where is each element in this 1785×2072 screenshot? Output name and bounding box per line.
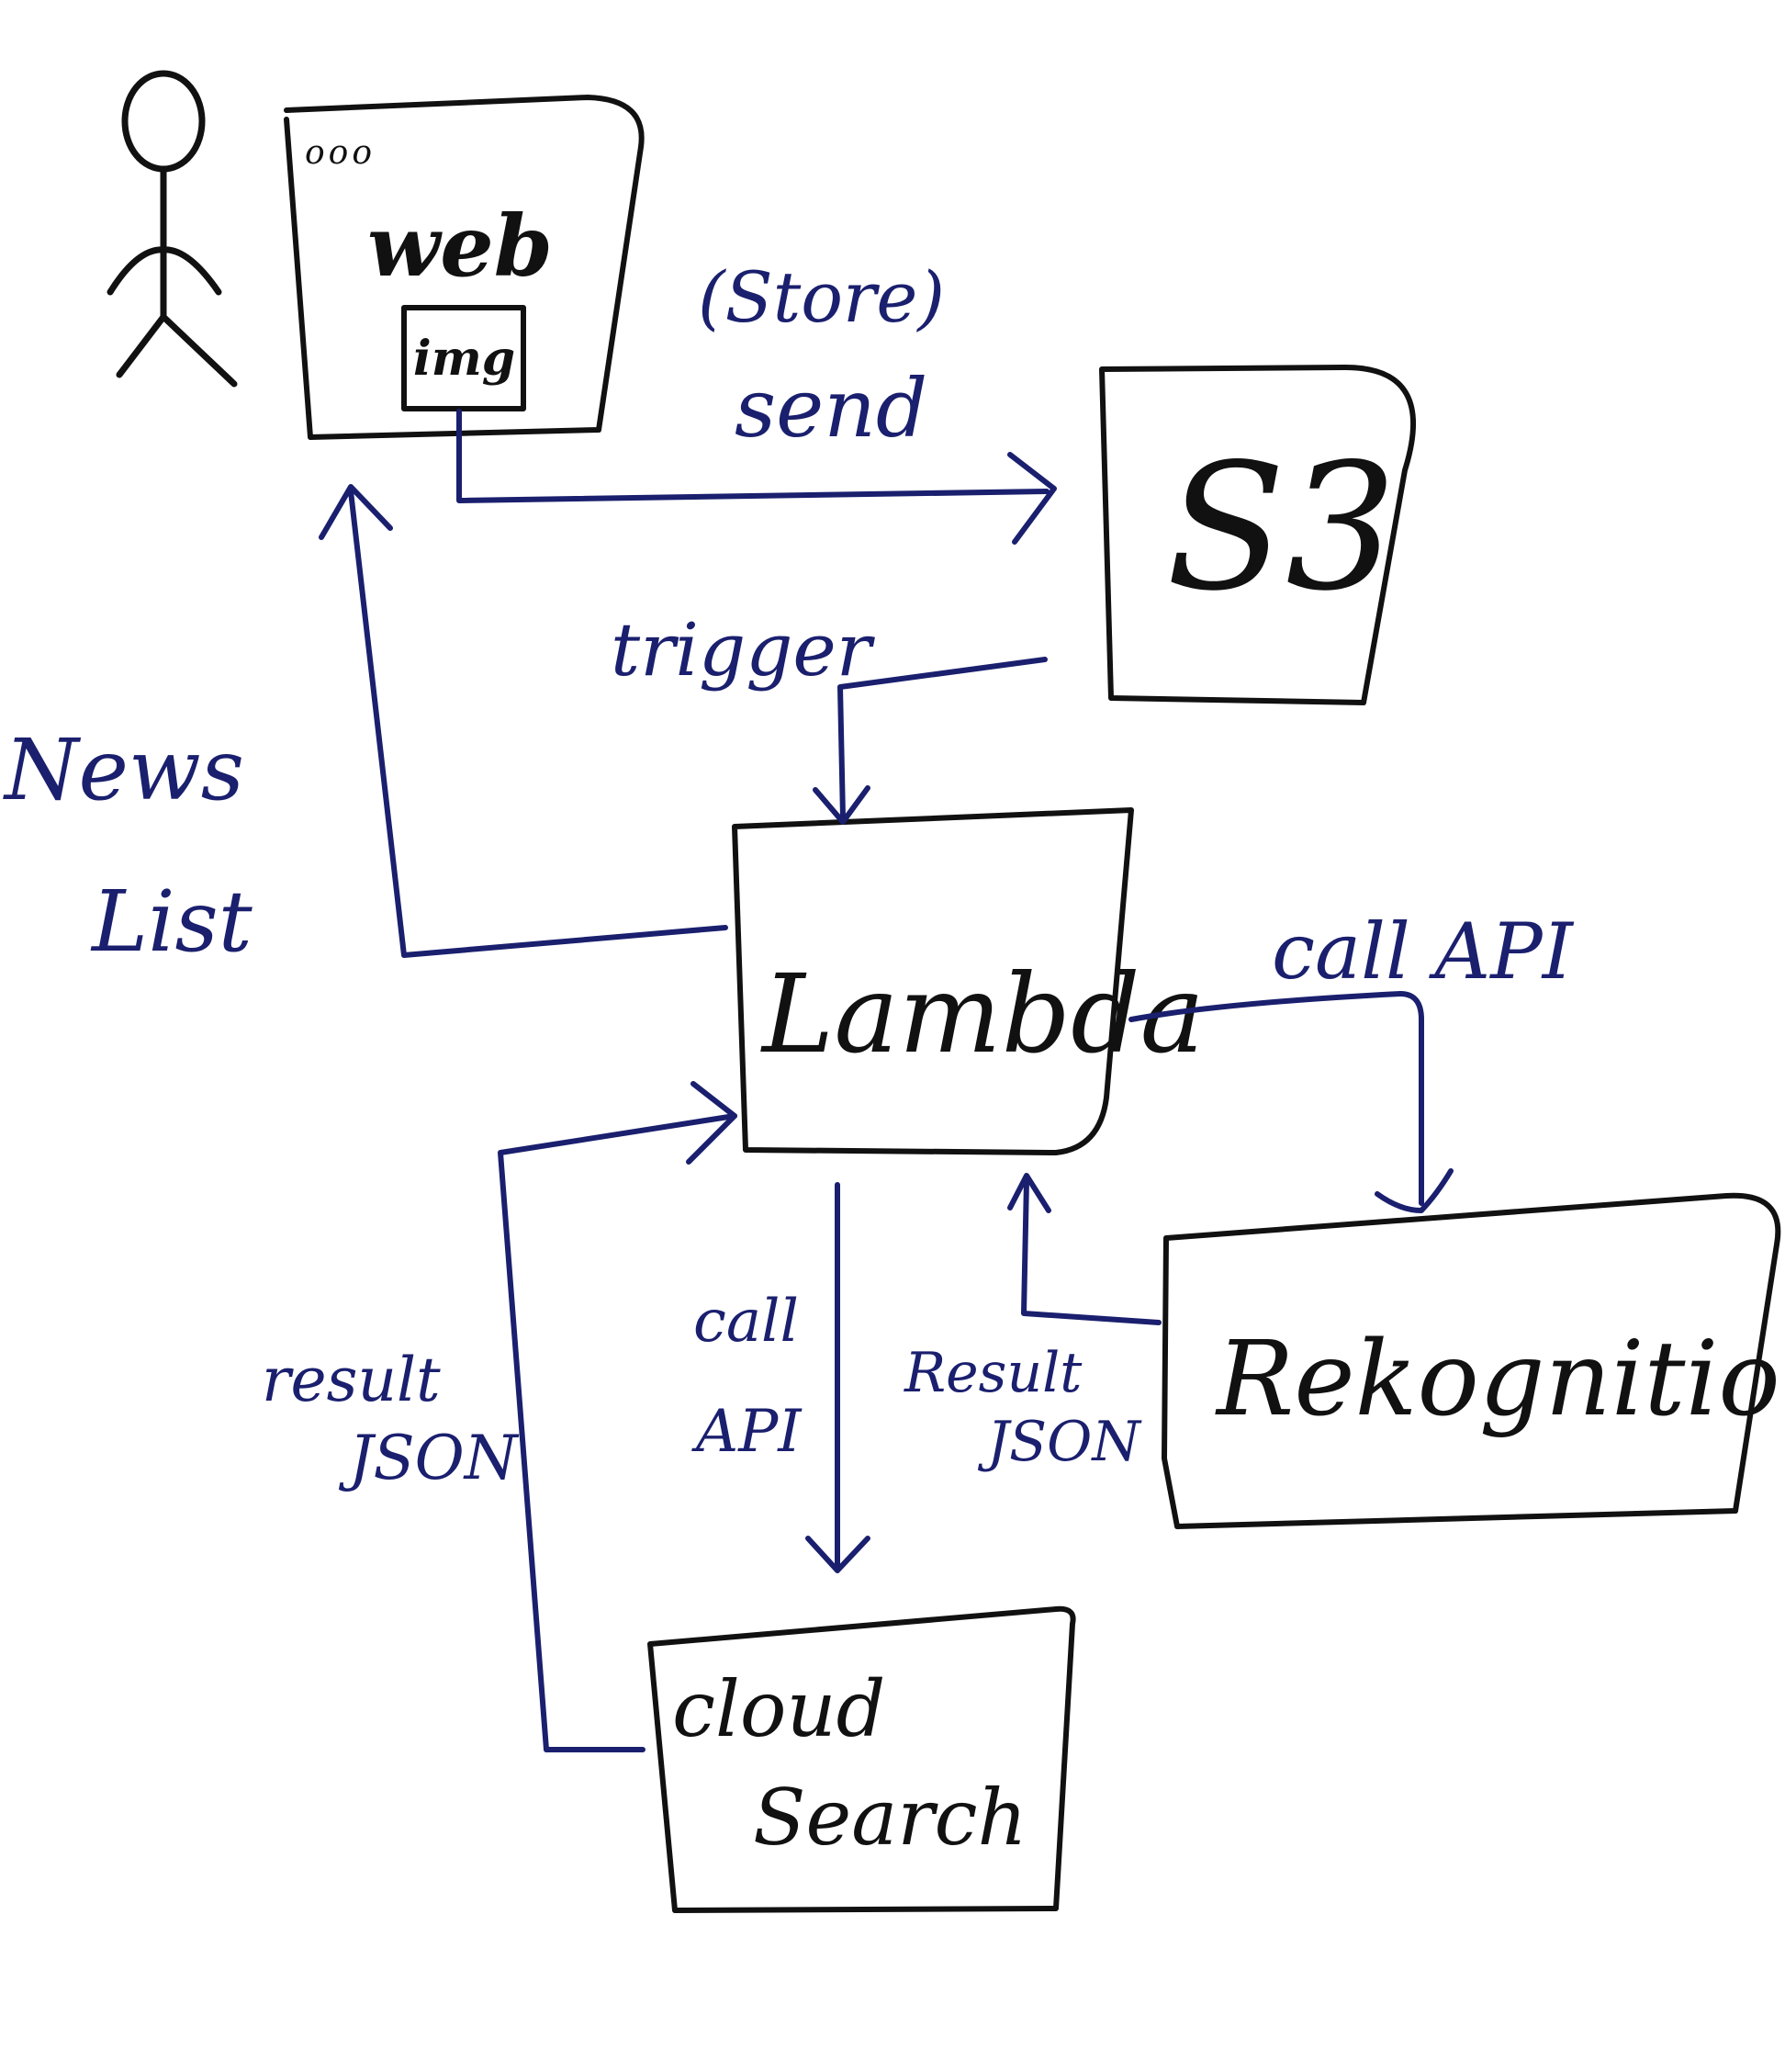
- rekognition-node: Rekognition: [1162, 1192, 1785, 1529]
- rekognition-node-label: Rekognition: [1215, 1320, 1785, 1439]
- edge-result-cloudsearch-label-line1: result: [262, 1345, 441, 1415]
- edge-result-rekognition-label-line1: Result: [904, 1341, 1083, 1405]
- edge-send: (Store) send: [456, 256, 1057, 545]
- edge-result-rekognition-label-line2: JSON: [977, 1410, 1142, 1474]
- edge-result-cloudsearch-label-line2: JSON: [338, 1423, 520, 1493]
- s3-node: S3: [1099, 365, 1416, 705]
- lambda-node-label: Lambda: [760, 951, 1205, 1077]
- cloudsearch-label-line2: Search: [753, 1773, 1027, 1863]
- edge-trigger-label: trigger: [611, 607, 876, 693]
- edge-call-api-cloudsearch: call API: [691, 1182, 870, 1573]
- s3-node-label: S3: [1166, 426, 1397, 629]
- edge-result-rekognition: Result JSON: [904, 1173, 1162, 1474]
- user-figure-icon: [107, 70, 238, 388]
- edge-trigger: trigger: [611, 607, 1048, 825]
- img-label: img: [413, 331, 515, 387]
- edge-send-label-line1: (Store): [698, 256, 945, 338]
- edge-news-list-label-line1: News: [3, 721, 244, 819]
- architecture-diagram: ooo web img S3 Lambda Rekognition cloud …: [3, 70, 1785, 1913]
- edge-call-api-cloudsearch-label-line2: API: [691, 1398, 803, 1466]
- edge-send-label-line2: send: [735, 361, 927, 456]
- edge-call-api-rekognition-label: call API: [1272, 906, 1575, 997]
- cloudsearch-node: cloud Search: [647, 1605, 1076, 1913]
- web-window-dots: ooo: [305, 134, 376, 172]
- edge-result-cloudsearch: result JSON: [262, 1081, 737, 1752]
- cloudsearch-label-line1: cloud: [672, 1664, 885, 1754]
- edge-news-list: News List: [3, 484, 728, 971]
- web-node: ooo web img: [284, 95, 645, 440]
- edge-call-api-cloudsearch-label-line1: call: [693, 1288, 799, 1356]
- lambda-node: Lambda: [732, 807, 1205, 1155]
- edge-news-list-label-line2: List: [90, 873, 253, 971]
- web-node-label: web: [367, 197, 553, 296]
